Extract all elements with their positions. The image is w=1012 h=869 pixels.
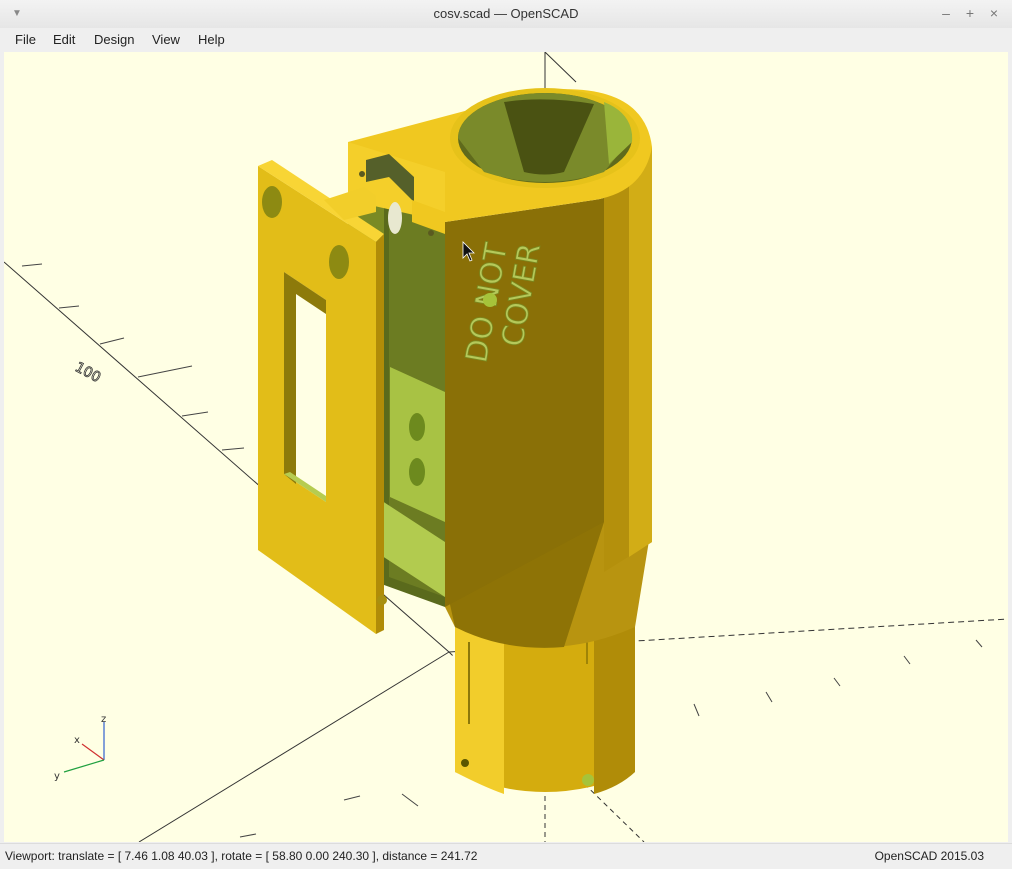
menu-help[interactable]: Help xyxy=(194,31,229,49)
gizmo-x-label: x xyxy=(74,735,80,746)
maximize-button[interactable]: + xyxy=(962,5,978,21)
viewport-status: Viewport: translate = [ 7.46 1.08 40.03 … xyxy=(5,849,478,863)
minimize-button[interactable]: – xyxy=(938,5,954,21)
close-button[interactable]: × xyxy=(986,5,1002,21)
openscad-window: ▼ cosv.scad — OpenSCAD – + × File Edit D… xyxy=(0,0,1012,869)
version-label: OpenSCAD 2015.03 xyxy=(874,849,984,863)
window-controls: – + × xyxy=(938,5,1002,21)
status-bar: Viewport: translate = [ 7.46 1.08 40.03 … xyxy=(0,843,1012,869)
axes-gizmo: z x y xyxy=(54,714,106,782)
viewport-canvas: 100 DO NOT COVER z x y xyxy=(4,52,1008,842)
menu-file[interactable]: File xyxy=(11,31,40,49)
window-title: cosv.scad — OpenSCAD xyxy=(433,6,579,21)
menu-edit[interactable]: Edit xyxy=(49,31,79,49)
3d-model[interactable]: DO NOT COVER xyxy=(258,88,652,794)
gizmo-y-label: y xyxy=(54,771,60,782)
title-bar[interactable]: ▼ cosv.scad — OpenSCAD – + × xyxy=(0,0,1012,29)
menu-view[interactable]: View xyxy=(148,31,184,49)
menu-design[interactable]: Design xyxy=(90,31,138,49)
menu-bar: File Edit Design View Help xyxy=(0,28,1012,52)
gizmo-z-label: z xyxy=(101,714,106,725)
axis-scale-label: 100 xyxy=(72,359,103,386)
3d-viewport[interactable]: 100 DO NOT COVER z x y xyxy=(4,52,1008,842)
